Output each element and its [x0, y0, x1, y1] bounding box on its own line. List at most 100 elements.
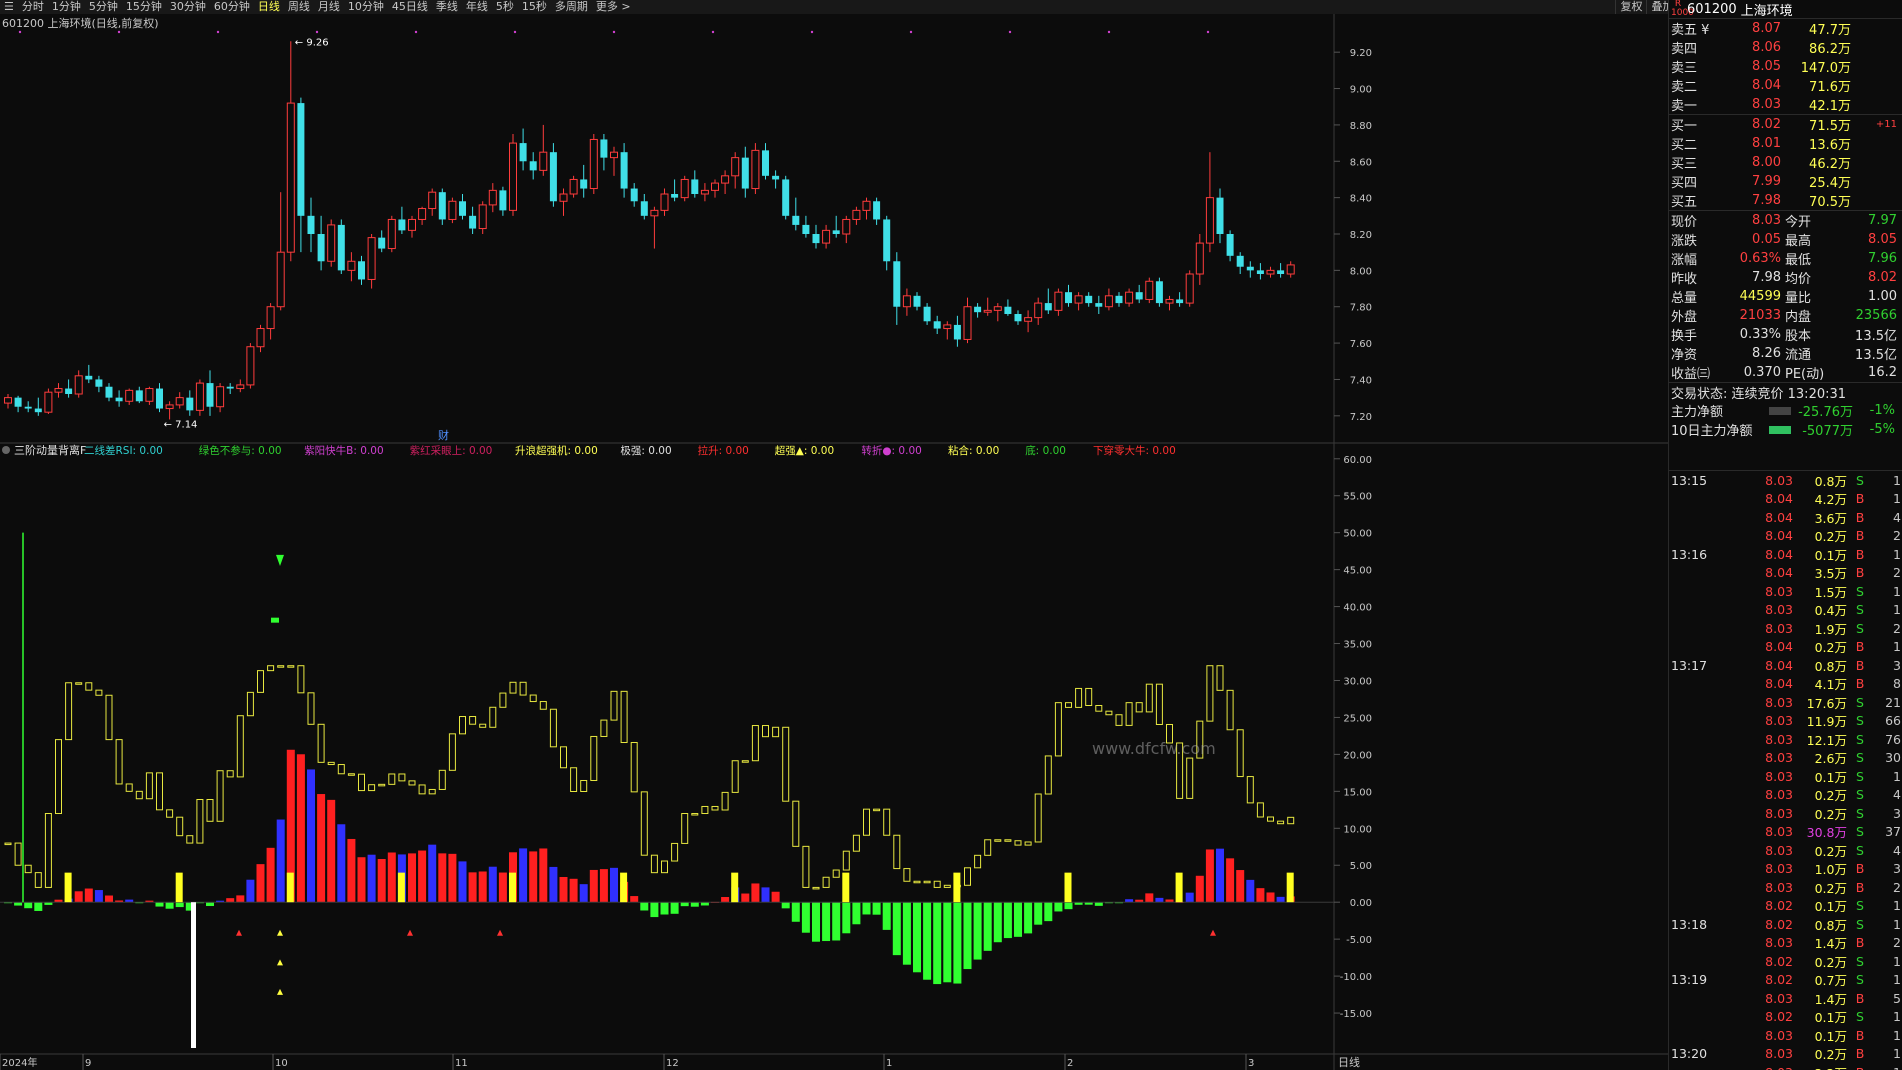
tick-direction: B — [1855, 565, 1865, 581]
ob-change: +11 — [1875, 119, 1897, 130]
tab-8[interactable]: 月线 — [314, 0, 344, 14]
histogram-bar — [579, 884, 588, 903]
tab-11[interactable]: 季线 — [432, 0, 462, 14]
tab-3[interactable]: 15分钟 — [122, 0, 166, 14]
stat-key: 换手 — [1671, 329, 1698, 344]
tick-time: 13:16 — [1671, 546, 1708, 562]
menu-icon[interactable]: ☰ — [0, 0, 18, 14]
candle-body — [620, 152, 628, 189]
top-signal-block — [271, 617, 279, 623]
indicator-item: 下穿零大牛: 0.00 — [1093, 444, 1176, 457]
tick-count: 1 — [1893, 602, 1901, 618]
tick-price: 8.03 — [1765, 620, 1793, 636]
tick-count: 1 — [1893, 583, 1901, 599]
x-tick: 9 — [85, 1058, 91, 1069]
histogram-bar — [690, 902, 699, 907]
candle-body — [1176, 299, 1184, 304]
tick-count: 1 — [1893, 972, 1901, 988]
tab-15[interactable]: 多周期 — [551, 0, 592, 14]
histogram-bar — [801, 902, 810, 933]
tab-16[interactable]: 更多 > — [592, 0, 635, 14]
candle-body — [893, 261, 901, 307]
indicator-item: 转折●: 0.00 — [861, 444, 921, 457]
tab-4[interactable]: 30分钟 — [166, 0, 210, 14]
ind-tick: 60.00 — [1343, 455, 1372, 466]
tick-direction: B — [1855, 509, 1865, 525]
price-tick: 8.20 — [1350, 230, 1372, 241]
tab-9[interactable]: 10分钟 — [344, 0, 388, 14]
ind-tick: 10.00 — [1343, 824, 1372, 835]
yellow-signal-bar — [1175, 872, 1183, 903]
stat-value: 16.2 — [1868, 365, 1897, 380]
stat-key: 涨跌 — [1671, 234, 1698, 249]
buys-row: 买三 8.00 46.2万 — [1669, 153, 1902, 172]
ob-label: 买一 — [1671, 119, 1698, 134]
yellow-signal-bar — [731, 872, 739, 903]
tab-6[interactable]: 日线 — [254, 0, 284, 14]
kline-chart[interactable]: 601200 上海环境(日线,前复权) ← 9.26 ← 7.14 财 9.20… — [0, 14, 1668, 1070]
tick-row: 8.03 0.1万 S 1 — [1669, 767, 1902, 786]
candle-body — [883, 219, 891, 262]
histogram-bar — [660, 902, 669, 915]
stat-value: 44599 — [1739, 289, 1781, 304]
stat-value: 0.05 — [1752, 232, 1781, 247]
candle-body — [448, 200, 457, 220]
candle-body — [367, 237, 376, 280]
tab-12[interactable]: 年线 — [462, 0, 492, 14]
histogram-bar — [1044, 902, 1053, 922]
ob-label: 买二 — [1671, 138, 1698, 153]
tab-2[interactable]: 5分钟 — [85, 0, 122, 14]
period-indicator: 日线 — [1338, 1055, 1360, 1069]
tab-0[interactable]: 分时 — [18, 0, 48, 14]
price-tick: 8.00 — [1350, 266, 1372, 277]
tick-price: 8.03 — [1765, 1027, 1793, 1043]
tick-list[interactable]: 13:15 8.03 0.8万 S 1 8.04 4.2万 B 1 8.04 3.6万 B 4 8.04 0… — [1669, 470, 1902, 1070]
x-tick: 2 — [1067, 1058, 1073, 1069]
histogram-bar — [842, 902, 851, 934]
tick-direction: B — [1855, 676, 1865, 692]
tick-volume: 3.5万 — [1814, 566, 1847, 582]
histogram-bar — [498, 872, 507, 903]
tick-count: 3 — [1893, 657, 1901, 673]
candle-body — [156, 388, 163, 409]
stat-key: 量比 — [1785, 291, 1812, 306]
candle-body — [54, 388, 63, 393]
tab-10[interactable]: 45日线 — [388, 0, 432, 14]
histogram-bar — [862, 902, 871, 915]
tick-price: 8.03 — [1765, 861, 1793, 877]
chart-area[interactable]: 601200 上海环境(日线,前复权) ← 9.26 ← 7.14 财 9.20… — [0, 14, 1668, 1070]
histogram-bar — [832, 902, 841, 941]
candle-body — [1085, 295, 1093, 304]
candle-body — [1054, 291, 1063, 311]
histogram-bar — [1003, 902, 1012, 939]
candle-body — [1246, 266, 1254, 271]
histogram-bar — [468, 872, 477, 903]
tick-direction: B — [1855, 861, 1865, 877]
histogram-bar — [438, 853, 447, 903]
candle-body — [902, 295, 911, 308]
top-marker-dot — [117, 30, 121, 34]
toolbar-btn-0[interactable]: 复权 — [1615, 0, 1646, 14]
tab-13[interactable]: 5秒 — [492, 0, 518, 14]
tick-direction: B — [1855, 491, 1865, 507]
tab-7[interactable]: 周线 — [284, 0, 314, 14]
histogram-bar — [296, 754, 305, 903]
tick-volume: 2.6万 — [1814, 751, 1847, 767]
tab-5[interactable]: 60分钟 — [210, 0, 254, 14]
tab-14[interactable]: 15秒 — [518, 0, 551, 14]
tick-price: 8.02 — [1765, 898, 1793, 914]
tab-1[interactable]: 1分钟 — [48, 0, 85, 14]
tick-volume: 0.8万 — [1814, 473, 1847, 489]
ob-volume: 47.7万 — [1809, 23, 1851, 38]
stat-key: 最低 — [1785, 253, 1812, 268]
candle-body — [873, 201, 881, 220]
indicator-item: 紫红采眼上: 0.00 — [410, 444, 493, 457]
histogram-bar — [367, 854, 376, 903]
candle-body — [721, 175, 730, 184]
tick-count: 1 — [1873, 1065, 1902, 1070]
histogram-bar — [1195, 875, 1204, 903]
candle-body — [974, 306, 982, 313]
candle-body — [953, 324, 961, 340]
histogram-bar — [1256, 888, 1265, 903]
ob-volume: 25.4万 — [1809, 176, 1851, 191]
